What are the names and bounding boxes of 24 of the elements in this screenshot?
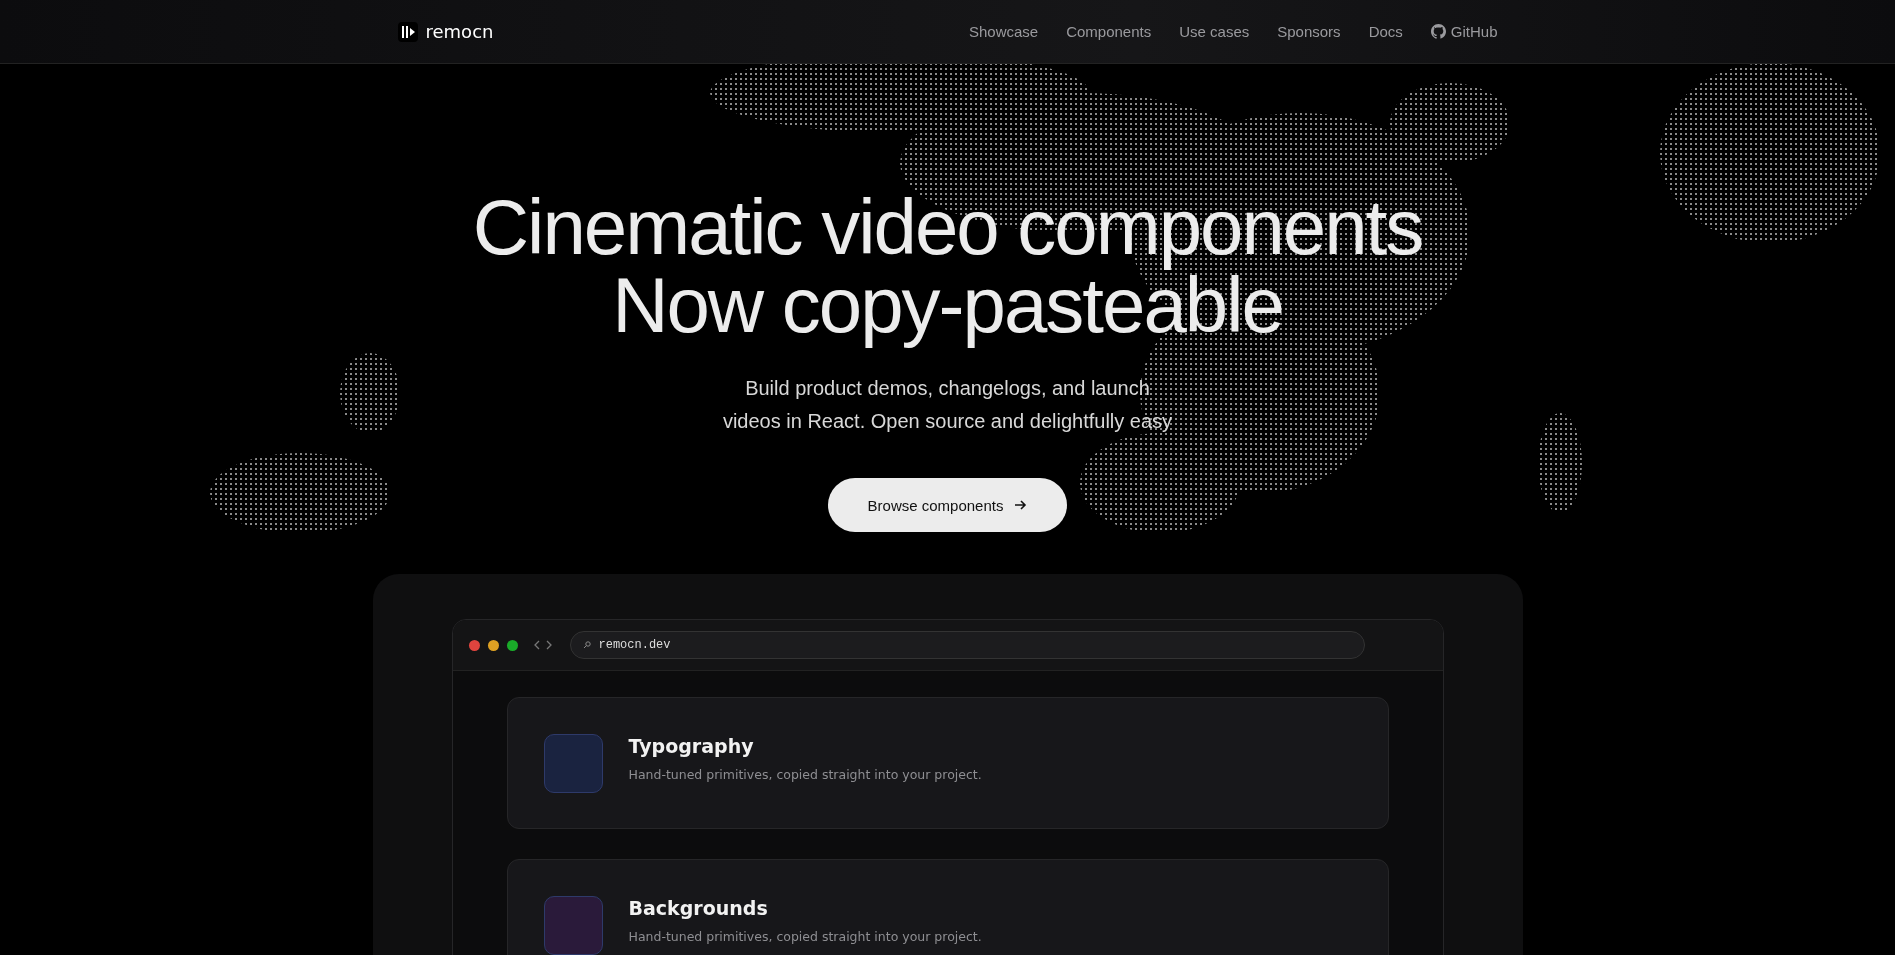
minimize-dot-icon bbox=[487, 639, 499, 651]
brand-name: remocn bbox=[425, 21, 494, 42]
arrow-right-icon bbox=[1013, 498, 1028, 512]
github-icon bbox=[1430, 24, 1446, 39]
hero-subtitle: Build product demos, changelogs, and launch videos in React. Open source and delightfully easy bbox=[722, 376, 1173, 434]
nav-link[interactable]: Use cases bbox=[1179, 23, 1250, 40]
card-title: Backgrounds bbox=[628, 896, 769, 919]
card-description: Hand-tuned primitives, copied straight into your project. bbox=[628, 766, 982, 782]
nav-link[interactable]: GitHub bbox=[1430, 23, 1498, 40]
maximize-dot-icon bbox=[506, 639, 518, 651]
logo-icon bbox=[397, 21, 418, 42]
component-card[interactable]: Backgrounds Hand-tuned primitives, copied straight into your project. bbox=[506, 859, 1389, 955]
close-dot-icon bbox=[468, 639, 480, 651]
nav-link[interactable]: Components bbox=[1066, 23, 1152, 40]
back-forward-icon bbox=[533, 640, 552, 650]
card-description: Hand-tuned primitives, copied straight into your project. bbox=[628, 928, 982, 944]
card-title: Typography bbox=[628, 734, 755, 757]
browse-button[interactable]: Browse components bbox=[827, 478, 1068, 532]
component-card[interactable]: Typography Hand-tuned primitives, copied straight into your project. bbox=[506, 697, 1389, 829]
nav-link[interactable]: Docs bbox=[1368, 23, 1403, 40]
nav-link[interactable]: Showcase bbox=[968, 23, 1039, 40]
nav-link[interactable]: Sponsors bbox=[1277, 23, 1341, 40]
search-icon bbox=[582, 641, 591, 649]
address-bar[interactable]: remocn.dev bbox=[569, 631, 1365, 659]
